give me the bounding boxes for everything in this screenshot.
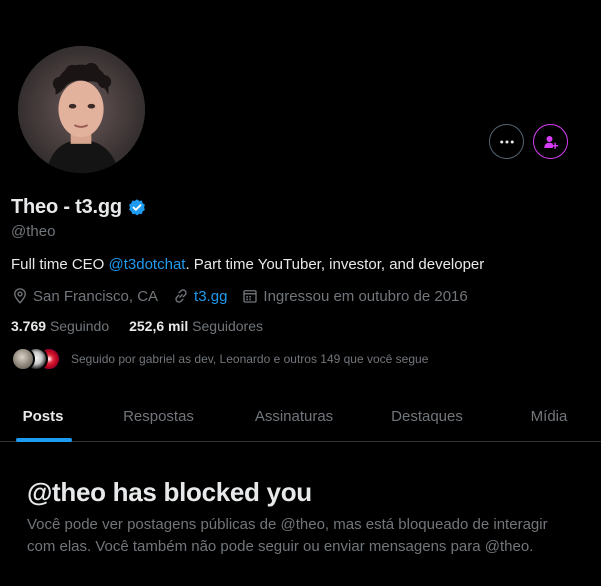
website: t3.gg	[172, 287, 227, 305]
person-plus-icon	[543, 135, 558, 149]
following-stat[interactable]: 3.769 Seguindo	[11, 318, 109, 334]
tab-label: Assinaturas	[254, 407, 334, 425]
following-label: Seguindo	[49, 318, 110, 334]
profile-handle: @theo	[11, 223, 56, 240]
calendar-icon	[243, 290, 258, 303]
followed-by-avatars	[11, 347, 61, 371]
following-count: 3.769	[11, 318, 47, 334]
verified-badge-icon[interactable]	[127, 198, 147, 218]
location: San Francisco, CA	[11, 287, 158, 305]
profile-avatar[interactable]	[14, 42, 149, 177]
profile-stats: 3.769 Seguindo 252,6 mil Seguidores	[11, 318, 283, 334]
blocked-title: @theo has blocked you	[27, 477, 312, 507]
more-options-button[interactable]	[489, 124, 524, 159]
tab-midia[interactable]: Mídia	[497, 390, 601, 442]
follow-button[interactable]	[533, 124, 568, 159]
followed-by-text: Seguido por gabriel as dev, Leonardo e o…	[71, 352, 429, 366]
profile-meta: San Francisco, CA t3.gg Ingressou em out…	[11, 287, 482, 305]
followers-label: Seguidores	[192, 318, 263, 334]
followers-stat[interactable]: 252,6 mil Seguidores	[129, 318, 263, 334]
profile-tabs: Posts Respostas Assinaturas Destaques Mí…	[0, 390, 601, 442]
link-icon	[175, 289, 187, 303]
more-horizontal-icon	[499, 140, 514, 143]
join-date: Ingressou em outubro de 2016	[241, 287, 468, 305]
tab-assinaturas[interactable]: Assinaturas	[231, 390, 357, 442]
website-link[interactable]: t3.gg	[194, 288, 227, 305]
blocked-message: Você pode ver postagens públicas de @the…	[27, 516, 548, 555]
tab-label: Respostas	[123, 407, 194, 425]
tab-label: Destaques	[391, 407, 463, 425]
location-text: San Francisco, CA	[33, 287, 159, 305]
bio-text-suffix: . Part time YouTuber, investor, and deve…	[185, 256, 485, 273]
followed-by-row[interactable]: Seguido por gabriel as dev, Leonardo e o…	[11, 347, 428, 371]
followers-count: 252,6 mil	[129, 318, 189, 334]
display-name: Theo - t3.gg	[11, 196, 122, 218]
active-tab-indicator	[16, 438, 72, 442]
tab-posts[interactable]: Posts	[0, 390, 86, 442]
profile-bio: Full time CEO @t3dotchat. Part time YouT…	[11, 256, 484, 273]
location-pin-icon	[14, 288, 26, 304]
join-date-text: Ingressou em outubro de 2016	[263, 287, 468, 305]
tab-respostas[interactable]: Respostas	[86, 390, 231, 442]
bio-mention-link[interactable]: @t3dotchat	[109, 256, 186, 273]
tab-label: Mídia	[530, 407, 568, 425]
avatar-image	[18, 46, 145, 173]
name-row: Theo - t3.gg	[11, 196, 147, 219]
follower-avatar	[11, 347, 35, 371]
tab-label: Posts	[22, 407, 64, 425]
bio-text-prefix: Full time CEO	[11, 256, 109, 273]
tab-destaques[interactable]: Destaques	[357, 390, 497, 442]
